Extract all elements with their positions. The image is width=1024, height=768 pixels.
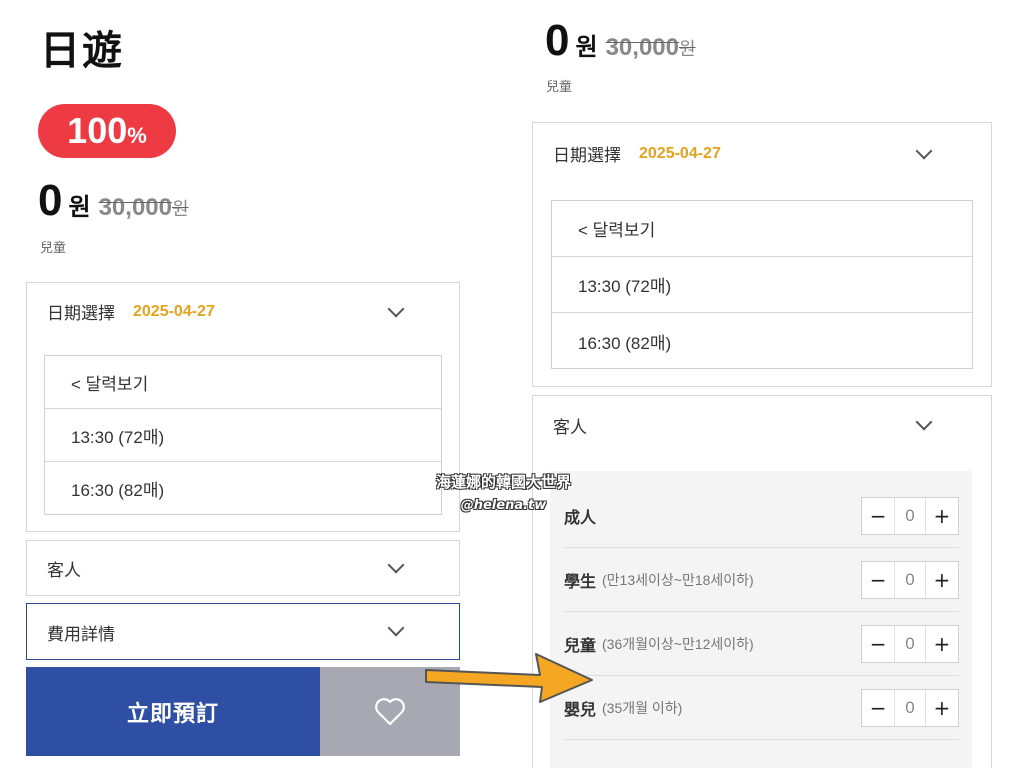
heart-icon <box>375 697 405 725</box>
discount-badge: 100% <box>38 104 176 158</box>
ticket-category: 兒童 <box>40 241 67 256</box>
chevron-down-icon[interactable] <box>387 300 405 318</box>
quantity-value: 0 <box>894 690 926 726</box>
original-price-unit: 원 <box>678 39 696 59</box>
price-unit: 원 <box>68 194 91 221</box>
chevron-down-icon[interactable] <box>387 556 405 574</box>
guests-label: 客人 <box>47 561 81 581</box>
quantity-value: 0 <box>894 498 926 534</box>
discount-percent: % <box>127 123 147 148</box>
selected-date: 2025-04-27 <box>639 144 721 162</box>
time-option[interactable]: 13:30 (72매) <box>552 257 972 313</box>
guest-row-adult: 成人 − 0 + <box>564 484 959 548</box>
discount-number: 100 <box>67 110 128 151</box>
guests-label[interactable]: 客人 <box>553 413 587 438</box>
guest-row-child: 兒童 (36개월이상~만12세이하) − 0 + <box>564 612 959 676</box>
time-option[interactable]: 16:30 (82매) <box>45 462 441 515</box>
original-price: 30,000원 <box>99 194 189 222</box>
chevron-down-icon[interactable] <box>915 413 933 431</box>
date-label: 日期選擇 <box>553 146 621 166</box>
calendar-view-option[interactable]: < 달력보기 <box>45 356 441 409</box>
original-price-unit: 원 <box>171 199 189 219</box>
ticket-category: 兒童 <box>546 80 573 95</box>
chevron-down-icon[interactable] <box>915 142 933 160</box>
minus-button[interactable]: − <box>862 498 894 534</box>
quantity-stepper: − 0 + <box>861 497 959 535</box>
price-amount: 0 <box>38 176 63 225</box>
plus-button[interactable]: + <box>926 562 958 598</box>
watermark: 海蓮娜的韓國大世界 @helena.tw <box>436 470 571 518</box>
plus-button[interactable]: + <box>926 690 958 726</box>
watermark-title: 海蓮娜的韓國大世界 <box>436 473 572 491</box>
price-amount: 0 <box>545 16 570 65</box>
quantity-stepper: − 0 + <box>861 625 959 663</box>
minus-button[interactable]: − <box>862 626 894 662</box>
left-panel: 日遊 100% 0 원 30,000원 兒童 日期選擇 2025-04-27 <… <box>0 0 480 768</box>
price-unit: 원 <box>575 34 598 61</box>
guest-type-note: (만13세이상~만18세이하) <box>602 571 754 588</box>
original-price-amount: 30,000 <box>605 34 679 61</box>
date-section-header[interactable]: 日期選擇 2025-04-27 <box>47 299 215 325</box>
original-price-amount: 30,000 <box>98 194 172 221</box>
date-label: 日期選擇 <box>47 304 115 324</box>
selected-date: 2025-04-27 <box>133 302 215 320</box>
quantity-value: 0 <box>894 626 926 662</box>
plus-button[interactable]: + <box>926 498 958 534</box>
calendar-view-option[interactable]: < 달력보기 <box>552 201 972 257</box>
chevron-down-icon[interactable] <box>387 619 405 637</box>
date-section: 日期選擇 2025-04-27 < 달력보기 13:30 (72매) 16:30… <box>26 282 460 532</box>
date-section-header[interactable]: 日期選擇 2025-04-27 <box>553 141 721 167</box>
guest-counter-panel: 成人 − 0 + 學生 (만13세이상~만18세이하) − 0 + 兒童 (36… <box>550 471 972 768</box>
original-price: 30,000원 <box>606 34 696 62</box>
minus-button[interactable]: − <box>862 562 894 598</box>
time-option-list: < 달력보기 13:30 (72매) 16:30 (82매) <box>44 355 442 515</box>
guest-type-label: 學生 <box>564 571 597 591</box>
watermark-handle: @helena.tw <box>460 498 547 513</box>
price-row: 0 원 30,000원 <box>545 16 696 66</box>
quantity-stepper: − 0 + <box>861 689 959 727</box>
fee-details-section[interactable]: 費用詳情 <box>26 603 460 660</box>
time-option[interactable]: 13:30 (72매) <box>45 409 441 462</box>
annotation-arrow-icon <box>425 653 593 703</box>
plus-button[interactable]: + <box>926 626 958 662</box>
fee-details-label: 費用詳情 <box>47 625 115 645</box>
time-option[interactable]: 16:30 (82매) <box>552 313 972 369</box>
guest-row-infant: 嬰兒 (35개월 이하) − 0 + <box>564 676 959 740</box>
quantity-value: 0 <box>894 562 926 598</box>
minus-button[interactable]: − <box>862 690 894 726</box>
quantity-stepper: − 0 + <box>861 561 959 599</box>
guests-section[interactable]: 客人 <box>26 540 460 596</box>
guest-type-note: (35개월 이하) <box>602 699 683 716</box>
time-option-list: < 달력보기 13:30 (72매) 16:30 (82매) <box>551 200 973 369</box>
product-title: 日遊 <box>40 28 124 74</box>
price-row: 0 원 30,000원 <box>38 176 189 226</box>
book-now-button[interactable]: 立即預訂 <box>26 667 320 756</box>
date-section: 日期選擇 2025-04-27 < 달력보기 13:30 (72매) 16:30… <box>532 122 992 387</box>
guest-type-note: (36개월이상~만12세이하) <box>602 635 754 652</box>
guest-row-student: 學生 (만13세이상~만18세이하) − 0 + <box>564 548 959 612</box>
